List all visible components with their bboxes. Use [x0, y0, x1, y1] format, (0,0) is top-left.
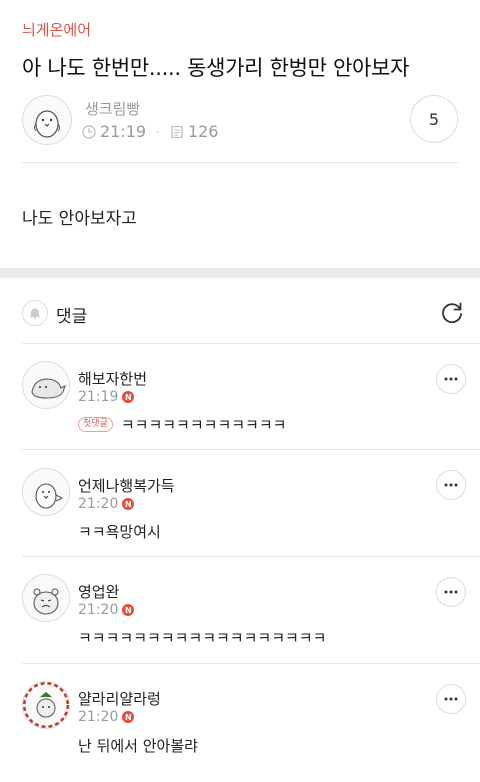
- comment-text: ㅋㅋ욕망여시: [78, 523, 161, 541]
- board-name[interactable]: 늬게온에어: [22, 19, 91, 40]
- comment-time: 21:20: [78, 602, 119, 618]
- comment-count-button[interactable]: 5: [410, 95, 458, 143]
- comment-time: 21:20: [78, 709, 119, 725]
- comment-item: 언제나행복가득 21:20 N ㅋㅋ욕망여시: [0, 450, 480, 557]
- post-body: 나도 안아보자고: [22, 209, 137, 229]
- comment-text: ㅋㅋㅋㅋㅋㅋㅋㅋㅋㅋㅋㅋㅋㅋㅋㅋㅋㅋ: [78, 629, 327, 647]
- comment-meta: 21:20 N: [78, 709, 135, 725]
- comment-time: 21:19: [78, 389, 119, 405]
- new-badge: N: [122, 711, 135, 723]
- comment-meta: 21:19 N: [78, 389, 135, 405]
- more-icon: [444, 483, 458, 487]
- more-icon: [444, 697, 458, 701]
- penguin-avatar-icon: [34, 110, 60, 138]
- comment-text: ㅋㅋㅋㅋㅋㅋㅋㅋㅋㅋㅋㅋ: [120, 416, 287, 434]
- comment-meta: 21:20 N: [78, 496, 135, 512]
- more-icon: [444, 377, 458, 381]
- blob-avatar-icon: [31, 378, 66, 399]
- commenter-avatar[interactable]: [22, 681, 70, 729]
- first-comment-badge: 첫댓글: [78, 417, 113, 432]
- penguin-avatar-icon: [35, 483, 64, 509]
- comment-item: 영업완 21:20 N ㅋㅋㅋㅋㅋㅋㅋㅋㅋㅋㅋㅋㅋㅋㅋㅋㅋㅋ: [0, 557, 480, 664]
- notification-button[interactable]: [22, 300, 48, 326]
- commenter-avatar[interactable]: [22, 574, 70, 622]
- comment-more-button[interactable]: [436, 684, 466, 714]
- character-avatar-icon: [23, 682, 69, 728]
- commenter-avatar[interactable]: [22, 361, 70, 409]
- post-title: 아 나도 한번만..... 동생가리 한벙만 안아보자: [22, 56, 410, 80]
- refresh-button[interactable]: [439, 300, 465, 330]
- commenter-name[interactable]: 해보자한번: [78, 368, 147, 389]
- comment-content: 첫댓글 ㅋㅋㅋㅋㅋㅋㅋㅋㅋㅋㅋㅋ: [78, 414, 286, 435]
- comment-item: 해보자한번 21:19 N 첫댓글 ㅋㅋㅋㅋㅋㅋㅋㅋㅋㅋㅋㅋ: [0, 344, 480, 450]
- comment-count: 5: [428, 109, 440, 129]
- section-separator: [0, 268, 480, 278]
- comment-meta: 21:20 N: [78, 602, 135, 618]
- animal-avatar-icon: [33, 588, 59, 615]
- commenter-name[interactable]: 얄라리얄라렁: [78, 688, 161, 709]
- comment-more-button[interactable]: [436, 577, 466, 607]
- divider: [22, 162, 458, 163]
- meta-separator: ·: [156, 124, 160, 139]
- bell-icon: [30, 308, 40, 320]
- comments-label: 댓글: [56, 307, 88, 327]
- new-badge: N: [122, 604, 135, 616]
- more-icon: [444, 590, 458, 594]
- comment-time: 21:20: [78, 496, 119, 512]
- new-badge: N: [122, 498, 135, 510]
- commenter-name[interactable]: 영업완: [78, 581, 119, 602]
- post-meta: 21:19 · 126: [82, 122, 218, 141]
- post-time: 21:19: [100, 122, 147, 141]
- author-avatar[interactable]: [22, 95, 72, 145]
- views-icon: [171, 125, 183, 138]
- new-badge: N: [122, 391, 135, 403]
- commenter-avatar[interactable]: [22, 468, 70, 516]
- comment-item: 얄라리얄라렁 21:20 N 난 뒤에서 안아볼랴: [0, 664, 480, 782]
- comment-more-button[interactable]: [436, 470, 466, 500]
- commenter-name[interactable]: 언제나행복가득: [78, 475, 175, 496]
- author-name[interactable]: 생크림빵: [85, 98, 140, 119]
- refresh-icon: [442, 302, 462, 324]
- clock-icon: [82, 124, 96, 139]
- comment-more-button[interactable]: [436, 364, 466, 394]
- post-views: 126: [187, 122, 219, 141]
- comment-text: 난 뒤에서 안아볼랴: [78, 737, 198, 755]
